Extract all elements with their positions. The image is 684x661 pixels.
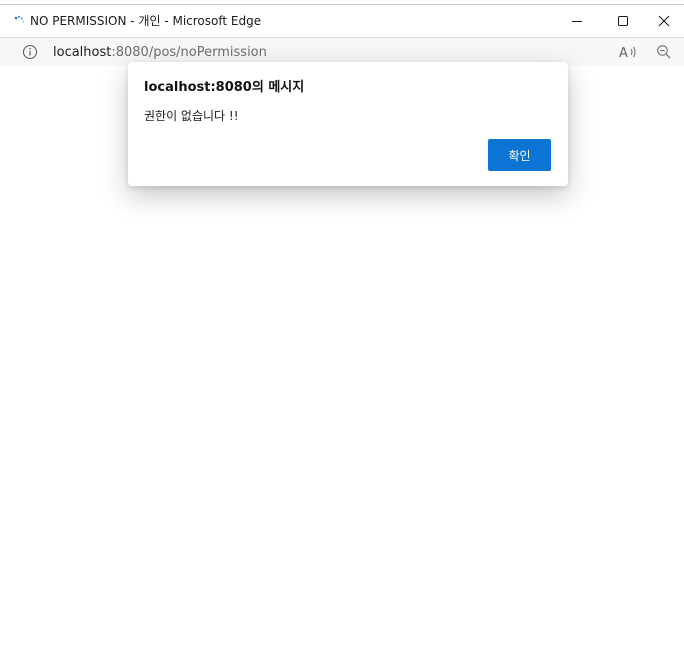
zoom-out-icon[interactable]	[656, 44, 672, 60]
close-button[interactable]	[644, 5, 684, 37]
maximize-icon	[617, 12, 629, 31]
url-field[interactable]: localhost:8080/pos/noPermission	[53, 45, 267, 60]
minimize-icon	[571, 12, 583, 31]
dialog-title: localhost:8080의 메시지	[144, 80, 305, 95]
url-host: localhost	[53, 45, 112, 60]
read-aloud-icon[interactable]: A	[618, 43, 638, 61]
window-title: NO PERMISSION - 개인 - Microsoft Edge	[30, 14, 262, 28]
close-icon	[658, 12, 670, 31]
info-icon[interactable]	[22, 44, 38, 60]
title-bar[interactable]: NO PERMISSION - 개인 - Microsoft Edge	[0, 4, 684, 37]
maximize-button[interactable]	[600, 5, 646, 37]
dialog-message: 권한이 없습니다 !!	[144, 109, 239, 123]
url-path: :8080/pos/noPermission	[111, 45, 267, 60]
minimize-button[interactable]	[554, 5, 600, 37]
browser-window: NO PERMISSION - 개인 - Microsoft Edge loca…	[0, 0, 684, 661]
edge-loading-icon	[14, 12, 26, 24]
svg-text:A: A	[619, 46, 628, 61]
alert-dialog: localhost:8080의 메시지 권한이 없습니다 !! 확인	[128, 62, 568, 186]
ok-button[interactable]: 확인	[488, 139, 551, 171]
